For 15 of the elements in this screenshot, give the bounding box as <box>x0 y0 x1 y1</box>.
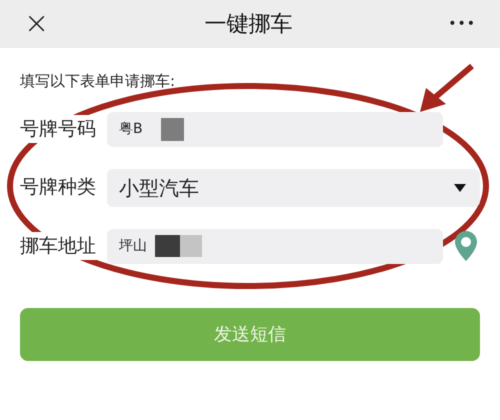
annotation-arrow <box>420 64 474 112</box>
intro-text: 填写以下表单申请挪车: <box>20 71 176 92</box>
redaction-mark <box>180 235 202 257</box>
input-field[interactable]: 坪山 <box>107 228 443 264</box>
input-field[interactable]: 粤B <box>107 112 443 146</box>
field-label: 号牌号码 <box>20 114 96 144</box>
more-button[interactable]: ••• <box>448 14 476 34</box>
location-pin-icon[interactable] <box>455 231 477 261</box>
redaction-mark <box>155 235 180 257</box>
page-title: 一键挪车 <box>204 10 293 38</box>
dropdown-caret-icon <box>454 184 466 192</box>
redaction-mark <box>160 118 184 140</box>
close-button[interactable]: × <box>24 9 50 39</box>
plate-type-select[interactable]: 小型汽车 <box>107 168 480 206</box>
field-label: 挪车地址 <box>20 232 96 260</box>
